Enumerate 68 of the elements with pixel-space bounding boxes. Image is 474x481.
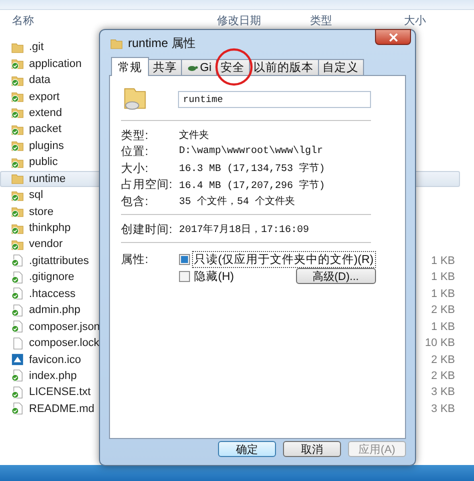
- advanced-button[interactable]: 高级(D)...: [296, 268, 376, 284]
- tab[interactable]: 自定义: [318, 59, 364, 75]
- checkbox[interactable]: [179, 254, 190, 265]
- file-size: 1 KB: [431, 254, 455, 267]
- file-name: admin.php: [29, 304, 80, 316]
- checkbox[interactable]: [179, 270, 190, 282]
- file-name: index.php: [29, 370, 77, 382]
- file-name: LICENSE.txt: [29, 386, 91, 398]
- file-name: extend: [29, 106, 62, 119]
- file-name: favicon.ico: [29, 354, 81, 366]
- file-name: vendor: [29, 238, 63, 250]
- file-size: 2 KB: [431, 304, 455, 316]
- file-name: store: [29, 206, 54, 218]
- file-name: public: [29, 156, 58, 168]
- file-size: 2 KB: [431, 370, 455, 382]
- property-label: 大小:: [121, 162, 150, 176]
- column-header[interactable]: 名称: [12, 13, 34, 28]
- window-title: runtime 属性: [128, 34, 196, 52]
- file-size: 1 KB: [431, 288, 455, 300]
- file-size: 3 KB: [431, 402, 455, 415]
- file-name: .htaccess: [29, 288, 76, 300]
- file-size: 10 KB: [425, 337, 455, 350]
- property-label: 创建时间:: [121, 222, 174, 237]
- turtle-icon: [186, 64, 198, 72]
- property-value: 2017年7月18日，17:16:09: [179, 223, 310, 236]
- file-name: .git: [29, 41, 44, 54]
- file-name: .gitignore: [29, 271, 74, 284]
- property-value: 16.3 MB (17,134,753 字节): [179, 162, 326, 176]
- file-name: plugins: [29, 140, 64, 152]
- property-label: 占用空间:: [121, 177, 174, 192]
- file-size: 3 KB: [431, 386, 455, 398]
- file-name: data: [29, 74, 50, 86]
- property-value: 35 个文件，54 个文件夹: [179, 194, 296, 208]
- column-header[interactable]: 类型: [310, 13, 332, 28]
- name-field[interactable]: runtime: [178, 90, 371, 108]
- tab[interactable]: 共享: [148, 59, 182, 75]
- tab[interactable]: Gi: [181, 59, 216, 75]
- file-name: composer.lock: [29, 337, 100, 350]
- file-name: README.md: [29, 402, 94, 415]
- file-size: 2 KB: [431, 354, 455, 366]
- file-name: thinkphp: [29, 222, 71, 234]
- folder-icon: [110, 36, 123, 50]
- file-name: sql: [29, 189, 44, 202]
- file-name: application: [29, 58, 82, 70]
- file-size: 1 KB: [431, 271, 455, 284]
- property-label: 类型:: [121, 128, 150, 142]
- property-value: 16.4 MB (17,207,296 字节): [179, 178, 326, 192]
- checkbox-label: 隐藏(H): [193, 270, 235, 285]
- close-icon: [388, 32, 398, 42]
- property-value: D:\wamp\wwwroot\www\lglr: [179, 146, 324, 158]
- dialog-button[interactable]: 确定: [218, 441, 276, 457]
- file-name: .gitattributes: [29, 254, 89, 267]
- tab[interactable]: 常规: [111, 57, 149, 76]
- file-size: 1 KB: [431, 320, 455, 333]
- column-header[interactable]: 大小: [404, 13, 426, 28]
- property-label: 位置:: [121, 144, 150, 160]
- dialog-button[interactable]: 取消: [283, 441, 341, 457]
- file-name: export: [29, 90, 60, 103]
- tab[interactable]: 以前的版本: [248, 59, 318, 75]
- property-label: 属性:: [121, 252, 150, 268]
- property-label: 包含:: [121, 194, 150, 209]
- file-name: packet: [29, 123, 62, 136]
- column-header[interactable]: 修改日期: [217, 13, 261, 28]
- file-name: runtime: [29, 172, 66, 185]
- property-value: 文件夹: [179, 128, 209, 142]
- file-name: composer.json: [29, 320, 100, 333]
- close-button[interactable]: [375, 29, 411, 45]
- tab[interactable]: 安全: [216, 59, 250, 75]
